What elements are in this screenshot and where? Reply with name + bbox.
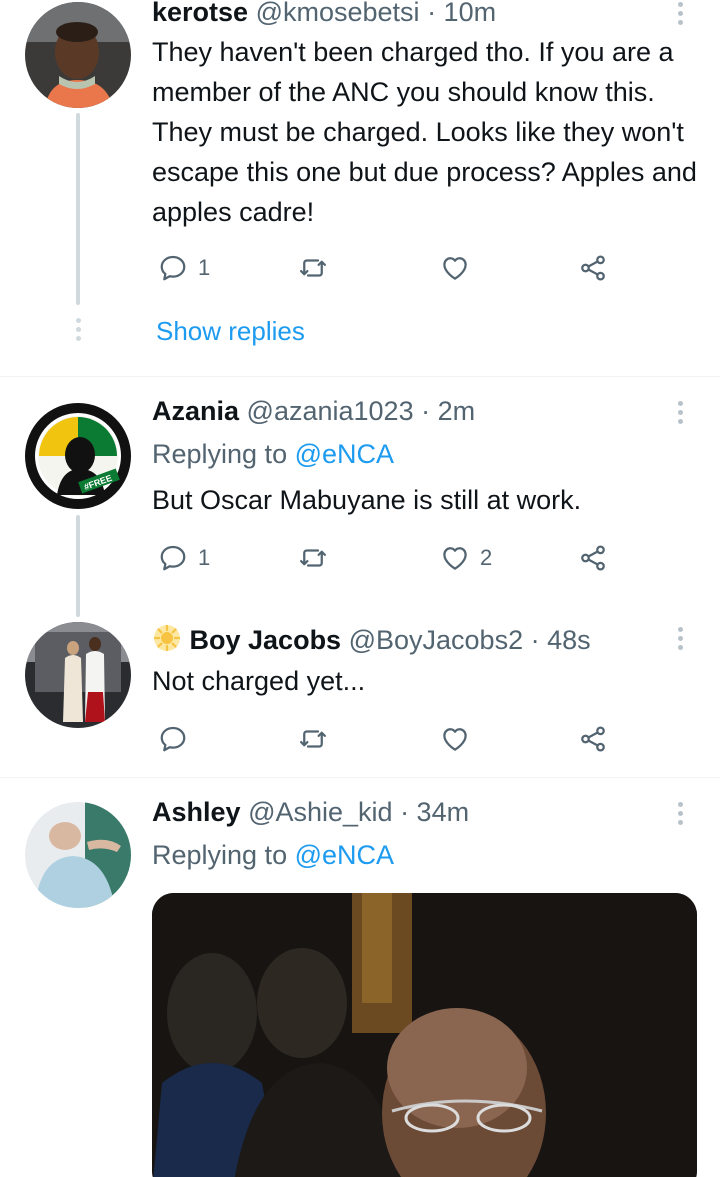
retweet-button[interactable]	[298, 723, 328, 755]
tweet-text: Not charged yet...	[152, 666, 366, 696]
tweet-header: kerotse @kmosebetsi · 10m	[152, 0, 496, 28]
reply-button[interactable]	[158, 723, 188, 755]
like-count: 2	[480, 545, 493, 570]
replying-prefix: Replying to	[152, 840, 288, 870]
tweet-kerotse[interactable]: kerotse @kmosebetsi · 10m They haven't b…	[0, 0, 720, 376]
share-icon	[578, 253, 608, 283]
replying-prefix: Replying to	[152, 439, 288, 469]
handle[interactable]: @kmosebetsi	[256, 0, 420, 27]
reply-count: 1	[198, 545, 211, 570]
share-icon	[578, 724, 608, 754]
tweet-header: Azania @azania1023 · 2m	[152, 395, 475, 427]
replying-to-link[interactable]: @eNCA	[295, 439, 394, 469]
tweet-azania[interactable]: #FREE Azania @azania1023 · 2m Replying t…	[0, 377, 720, 617]
reply-icon	[158, 724, 188, 754]
timestamp[interactable]: · 10m	[427, 0, 496, 27]
timestamp[interactable]: · 34m	[400, 797, 469, 827]
reply-count: 1	[198, 255, 211, 280]
tweet-text: They haven't been charged tho. If you ar…	[152, 37, 697, 227]
replying-to: Replying to @eNCA	[152, 438, 394, 470]
like-icon	[440, 543, 470, 573]
sun-emoji-icon	[152, 623, 182, 660]
action-bar: 1 2	[158, 542, 618, 574]
tweet-text: But Oscar Mabuyane is still at work.	[152, 485, 582, 515]
retweet-button[interactable]	[298, 542, 328, 574]
reply-button[interactable]: 1	[158, 542, 210, 574]
display-name[interactable]: Azania	[152, 396, 239, 426]
like-button[interactable]	[440, 252, 470, 284]
avatar[interactable]	[25, 802, 131, 908]
like-button[interactable]: 2	[440, 542, 492, 574]
retweet-button[interactable]	[298, 252, 328, 284]
thread-line	[76, 515, 80, 617]
display-name[interactable]: Ashley	[152, 797, 241, 827]
retweet-icon	[298, 724, 328, 754]
reply-icon	[158, 253, 188, 283]
display-name[interactable]: kerotse	[152, 0, 248, 27]
like-icon	[440, 724, 470, 754]
reply-button[interactable]: 1	[158, 252, 210, 284]
timestamp[interactable]: · 2m	[421, 396, 475, 426]
tweet-boy-jacobs[interactable]: Boy Jacobs @BoyJacobs2 · 48s Not charged…	[0, 617, 720, 777]
action-bar: 1	[158, 252, 618, 284]
more-icon[interactable]	[676, 2, 684, 29]
avatar[interactable]	[25, 622, 131, 728]
like-icon	[440, 253, 470, 283]
more-icon[interactable]	[676, 401, 684, 428]
handle[interactable]: @Ashie_kid	[248, 797, 392, 827]
action-bar	[158, 723, 618, 755]
tweet-header: Boy Jacobs @BoyJacobs2 · 48s	[152, 623, 591, 660]
more-icon[interactable]	[676, 627, 684, 654]
thread-line	[76, 113, 80, 305]
reply-icon	[158, 543, 188, 573]
retweet-icon	[298, 253, 328, 283]
like-button[interactable]	[440, 723, 470, 755]
replying-to: Replying to @eNCA	[152, 839, 394, 871]
timestamp[interactable]: · 48s	[531, 625, 591, 655]
tweet-header: Ashley @Ashie_kid · 34m	[152, 796, 469, 828]
show-replies-link[interactable]: Show replies	[156, 316, 305, 347]
retweet-icon	[298, 543, 328, 573]
thread-more-icon	[75, 318, 81, 345]
share-button[interactable]	[578, 542, 608, 574]
tweet-media-image[interactable]	[152, 893, 697, 1177]
share-button[interactable]	[578, 723, 608, 755]
more-icon[interactable]	[676, 802, 684, 829]
display-name[interactable]: Boy Jacobs	[190, 625, 342, 655]
replying-to-link[interactable]: @eNCA	[295, 840, 394, 870]
handle[interactable]: @azania1023	[247, 396, 414, 426]
avatar[interactable]	[25, 2, 131, 108]
share-button[interactable]	[578, 252, 608, 284]
share-icon	[578, 543, 608, 573]
avatar[interactable]: #FREE	[25, 403, 131, 509]
handle[interactable]: @BoyJacobs2	[349, 625, 524, 655]
